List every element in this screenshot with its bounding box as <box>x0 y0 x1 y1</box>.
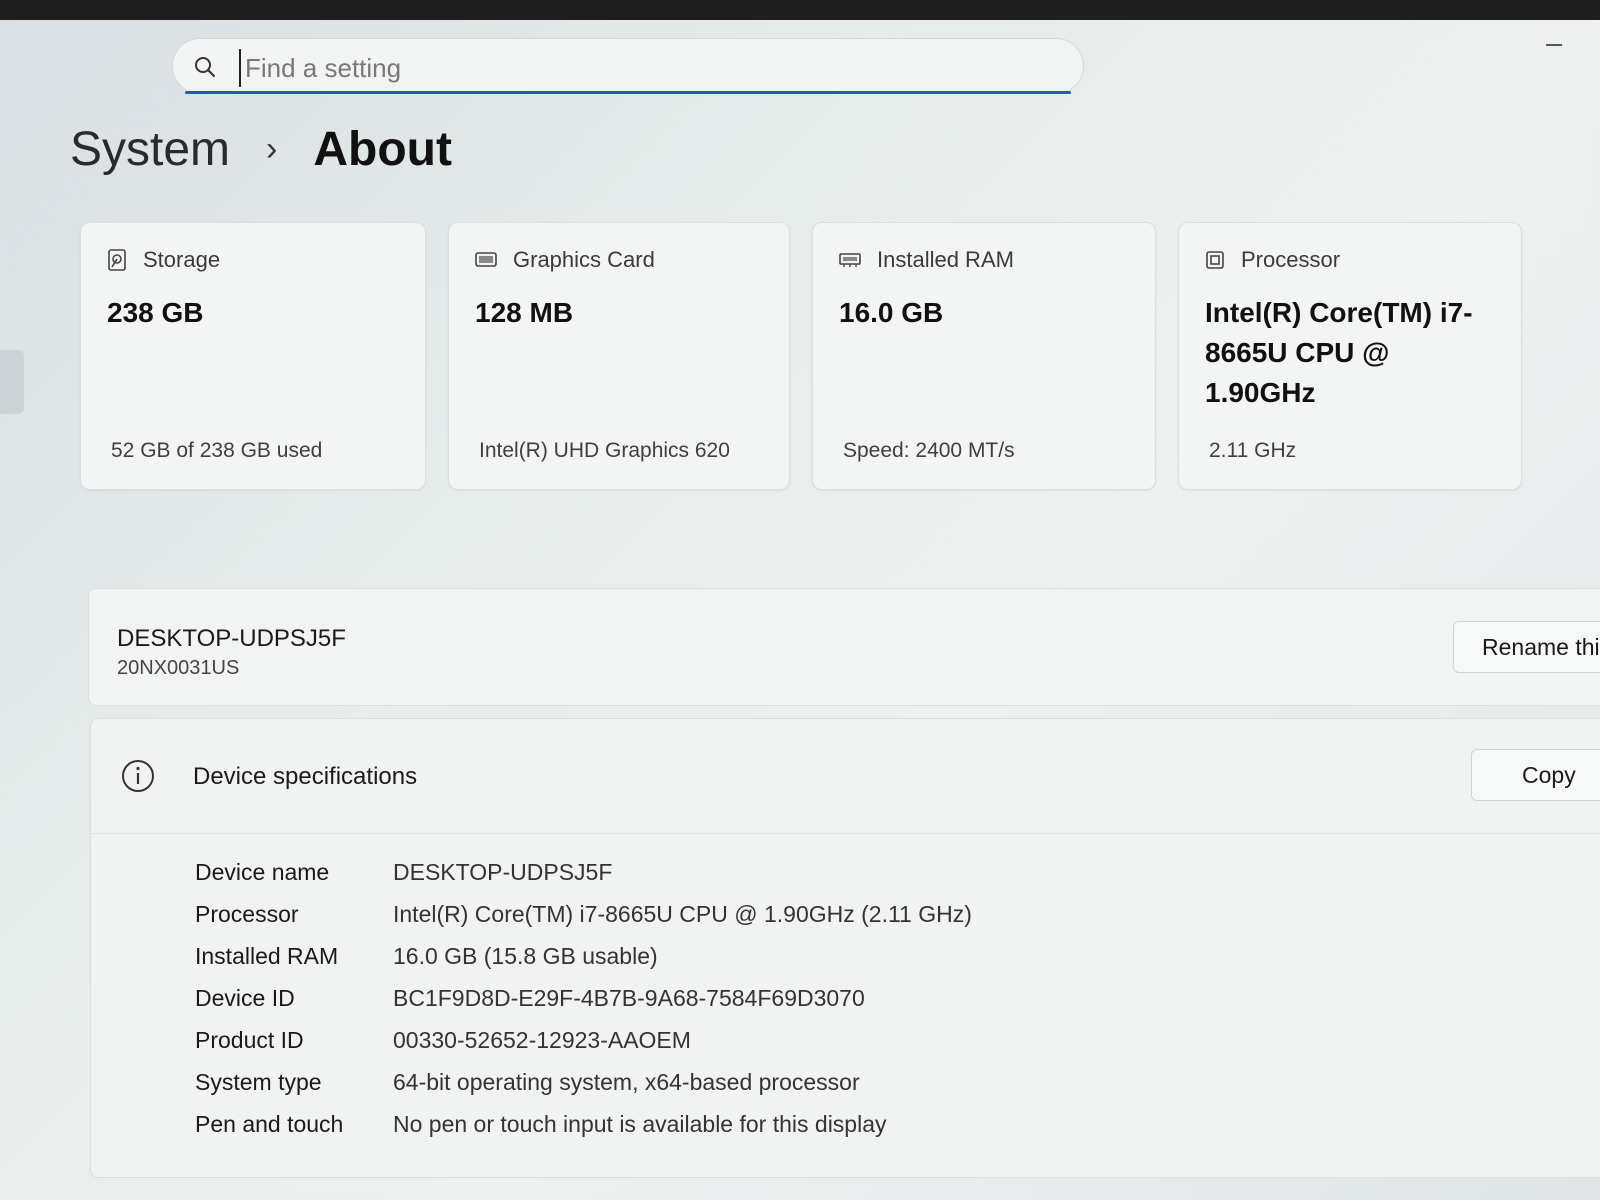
breadcrumb-separator: › <box>266 130 278 168</box>
spec-label: Device name <box>195 858 330 885</box>
storage-card[interactable]: Storage 238 GB 52 GB of 238 GB used <box>80 222 426 490</box>
processor-card[interactable]: Processor Intel(R) Core(TM) i7-8665U CPU… <box>1178 222 1522 490</box>
search-box[interactable] <box>172 38 1084 94</box>
specs-table: Device name DESKTOP-UDPSJ5F Processor In… <box>195 851 972 1145</box>
ram-value: 16.0 GB <box>839 297 944 328</box>
ram-card-header: Installed RAM <box>839 247 1014 273</box>
device-name-card: DESKTOP-UDPSJ5F 20NX0031US Rename thi <box>88 588 1600 706</box>
storage-card-header: Storage <box>107 247 220 273</box>
processor-speed: 2.11 GHz <box>1209 439 1297 462</box>
processor-icon <box>1206 251 1224 269</box>
device-specifications-title: Device specifications <box>193 763 418 790</box>
ram-icon <box>839 253 861 267</box>
spec-label: Pen and touch <box>195 1110 344 1137</box>
rename-pc-button[interactable]: Rename thi <box>1453 621 1600 673</box>
storage-icon <box>108 249 126 271</box>
spec-value: BC1F9D8D-E29F-4B7B-9A68-7584F69D3070 <box>393 984 865 1011</box>
device-specifications-header[interactable]: Device specifications Copy <box>91 719 1600 834</box>
spec-label: System type <box>195 1068 322 1095</box>
table-row: Pen and touch No pen or touch input is a… <box>195 1103 972 1145</box>
processor-card-header: Processor <box>1205 247 1340 273</box>
nav-pane-edge <box>0 350 24 414</box>
graphics-card-value: 128 MB <box>475 297 574 328</box>
processor-value: Intel(R) Core(TM) i7-8665U CPU @ 1.90GHz <box>1205 297 1473 408</box>
spec-label: Device ID <box>195 984 295 1011</box>
table-row: Processor Intel(R) Core(TM) i7-8665U CPU… <box>195 893 972 935</box>
graphics-card-icon <box>475 252 497 267</box>
table-row: System type 64-bit operating system, x64… <box>195 1061 972 1103</box>
storage-value: 238 GB <box>107 297 204 328</box>
processor-label: Processor <box>1241 247 1341 272</box>
screen-top-bezel <box>0 0 1600 20</box>
graphics-card-model: Intel(R) UHD Graphics 620 <box>479 439 730 462</box>
table-row: Installed RAM 16.0 GB (15.8 GB usable) <box>195 935 972 977</box>
ram-card[interactable]: Installed RAM 16.0 GB Speed: 2400 MT/s <box>812 222 1156 490</box>
table-row: Device name DESKTOP-UDPSJ5F <box>195 851 972 893</box>
graphics-card-header: Graphics Card <box>475 247 655 273</box>
storage-usage: 52 GB of 238 GB used <box>111 439 323 462</box>
storage-label: Storage <box>143 247 221 272</box>
search-icon <box>195 57 215 77</box>
table-row: Product ID 00330-52652-12923-AAOEM <box>195 1019 972 1061</box>
copy-button[interactable]: Copy <box>1471 749 1600 801</box>
spec-value: No pen or touch input is available for t… <box>393 1110 887 1137</box>
ram-speed: Speed: 2400 MT/s <box>843 439 1015 462</box>
breadcrumb: System › About <box>70 122 452 177</box>
spec-value: 64-bit operating system, x64-based proce… <box>393 1068 860 1095</box>
table-row: Device ID BC1F9D8D-E29F-4B7B-9A68-7584F6… <box>195 977 972 1019</box>
device-model: 20NX0031US <box>117 657 240 679</box>
breadcrumb-system[interactable]: System <box>70 122 230 177</box>
graphics-card-card[interactable]: Graphics Card 128 MB Intel(R) UHD Graphi… <box>448 222 790 490</box>
page-title: About <box>313 123 452 176</box>
search-input[interactable] <box>239 49 1047 87</box>
spec-value: DESKTOP-UDPSJ5F <box>393 858 613 885</box>
spec-label: Installed RAM <box>195 942 339 969</box>
info-icon <box>122 760 154 792</box>
spec-label: Product ID <box>195 1026 304 1053</box>
graphics-card-label: Graphics Card <box>513 247 655 272</box>
ram-label: Installed RAM <box>877 247 1014 272</box>
device-specifications-panel: Device specifications Copy Device name D… <box>90 718 1600 1178</box>
device-name: DESKTOP-UDPSJ5F <box>117 625 346 652</box>
minimize-button[interactable] <box>1546 44 1562 46</box>
spec-value: 00330-52652-12923-AAOEM <box>393 1026 691 1053</box>
spec-value: 16.0 GB (15.8 GB usable) <box>393 942 658 969</box>
spec-label: Processor <box>195 900 299 927</box>
spec-value: Intel(R) Core(TM) i7-8665U CPU @ 1.90GHz… <box>393 900 972 927</box>
